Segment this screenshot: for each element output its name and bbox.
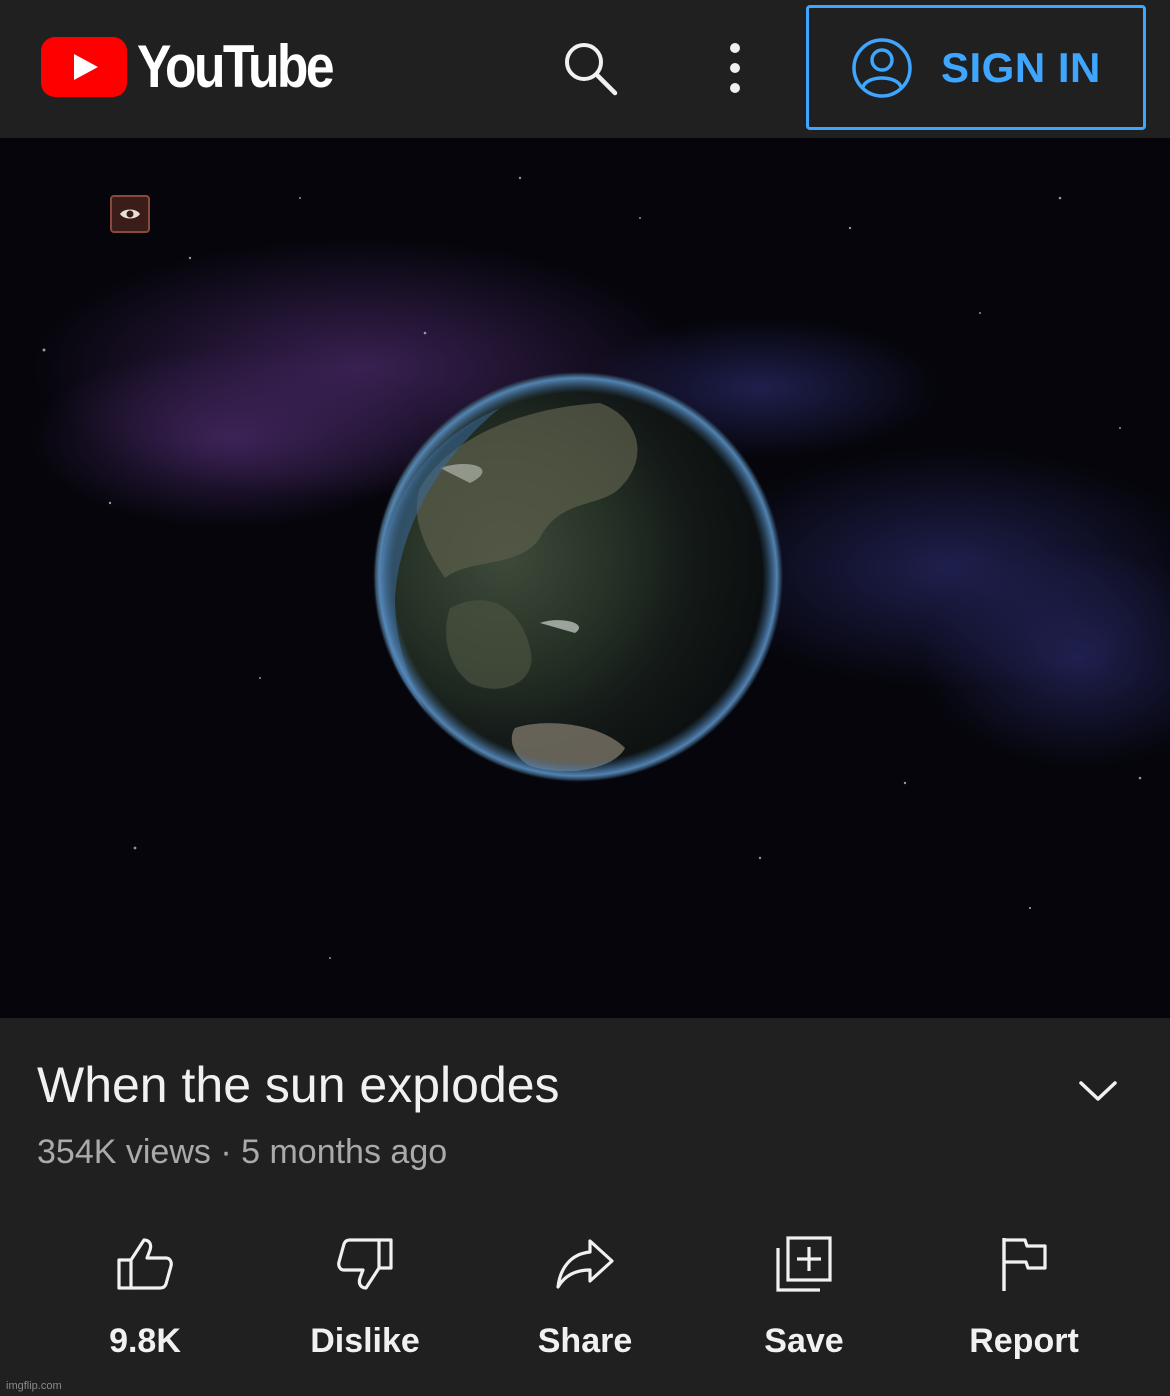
search-button[interactable]	[555, 33, 625, 103]
flag-icon	[1002, 1238, 1047, 1291]
video-player[interactable]	[0, 138, 1170, 1018]
meta-separator: ·	[220, 1133, 232, 1171]
like-count: 9.8K	[109, 1322, 181, 1360]
more-options-button[interactable]	[710, 33, 760, 103]
thumb-up-icon	[117, 1238, 173, 1290]
video-metadata: 354K views · 5 months ago	[37, 1132, 447, 1173]
save-label: Save	[764, 1322, 844, 1360]
report-label: Report	[969, 1322, 1079, 1360]
dislike-button[interactable]: Dislike	[255, 1218, 475, 1368]
save-button[interactable]: Save	[694, 1218, 914, 1368]
eye-icon	[120, 209, 140, 219]
video-frame	[0, 138, 1170, 1018]
video-info-panel: When the sun explodes 354K views · 5 mon…	[0, 1018, 1170, 1396]
share-button[interactable]: Share	[475, 1218, 695, 1368]
logo-text: YouTube	[137, 33, 335, 100]
share-icon	[556, 1239, 614, 1289]
account-circle-icon	[852, 37, 912, 98]
thumb-down-icon	[337, 1238, 393, 1290]
channel-watermark-badge	[110, 195, 150, 233]
sign-in-label: SIGN IN	[941, 43, 1101, 91]
dislike-label: Dislike	[310, 1322, 420, 1360]
like-button[interactable]: 9.8K	[35, 1218, 255, 1368]
imgflip-watermark: imgflip.com	[6, 1380, 62, 1392]
top-app-bar: YouTube SIGN IN	[0, 0, 1170, 138]
youtube-logo[interactable]: YouTube	[41, 34, 364, 100]
report-button[interactable]: Report	[914, 1218, 1134, 1368]
action-bar: 9.8K Dislike Share Save Report	[0, 1218, 1170, 1378]
expand-description-button[interactable]	[1068, 1066, 1128, 1116]
sign-in-button[interactable]: SIGN IN	[806, 5, 1146, 130]
share-label: Share	[537, 1322, 633, 1360]
view-count: 354K views	[37, 1133, 211, 1171]
more-vert-icon	[730, 43, 740, 93]
youtube-play-logo-icon	[41, 37, 127, 97]
search-icon	[565, 43, 618, 96]
upload-age: 5 months ago	[241, 1133, 448, 1171]
chevron-down-icon	[1079, 1081, 1117, 1101]
playlist-add-icon	[776, 1236, 832, 1292]
video-title[interactable]: When the sun explodes	[37, 1058, 560, 1113]
